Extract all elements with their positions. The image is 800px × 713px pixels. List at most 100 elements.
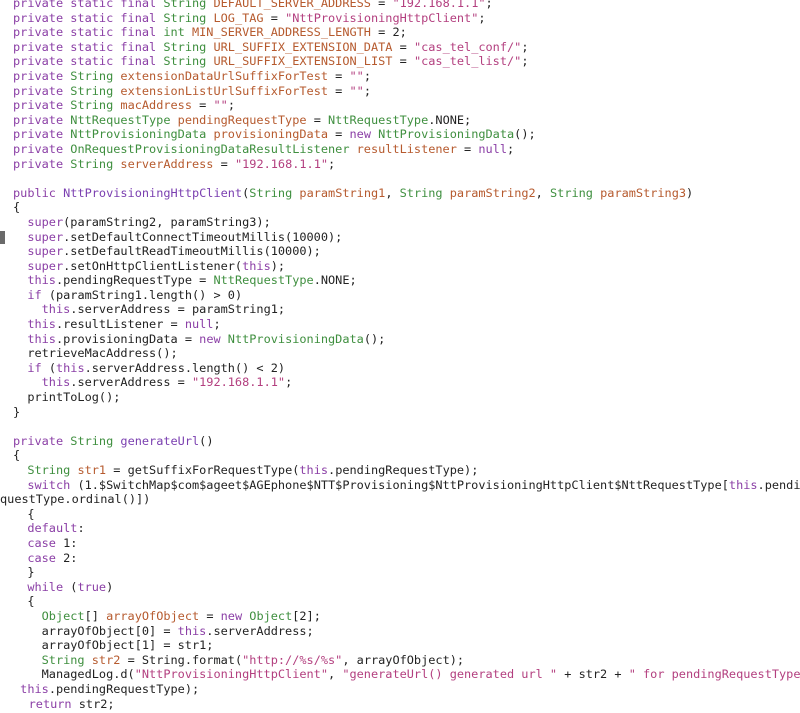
code-token: private (13, 156, 71, 171)
code-token: ; (213, 317, 221, 332)
code-token: this (728, 477, 758, 492)
gutter-marker (0, 230, 5, 244)
code-token: generateUrl (120, 433, 200, 448)
code-token: macAddress (120, 98, 192, 113)
code-token: .serverAddress; (206, 623, 314, 638)
code-token: ; (521, 54, 529, 69)
code-line: Object[] arrayOfObject = new Object[2]; (13, 609, 800, 624)
code-token: .provisioningData = (55, 331, 200, 346)
code-line: ManagedLog.d("NttProvisioningHttpClient"… (13, 667, 800, 682)
code-token: private (13, 112, 71, 127)
code-token: .serverAddress.length() < 2) (84, 360, 286, 375)
code-token: String (70, 433, 121, 448)
code-token: Object (41, 608, 85, 623)
code-line: this.serverAddress = paramString1; (13, 302, 800, 317)
code-token: questType.ordinal()]) (0, 492, 151, 507)
code-token: paramString1 (299, 185, 386, 200)
code-line: public NttProvisioningHttpClient(String … (13, 186, 800, 201)
code-token: true (77, 579, 107, 594)
code-line: while (true) (13, 580, 800, 595)
code-token: = (192, 98, 214, 113)
code-token: arrayOfObject[0] = (13, 623, 178, 638)
code-token: = (328, 68, 350, 83)
code-content[interactable]: private static final String DEFAULT_SERV… (0, 0, 800, 711)
code-token: OnRequestProvisioningDataResultListener (70, 141, 357, 156)
code-token: "cas_tel_conf/" (413, 39, 522, 54)
code-token: Object (249, 608, 293, 623)
code-line: String str2 = String.format("http://%s/%… (13, 653, 800, 668)
code-token: str2 (91, 652, 121, 667)
code-token: (paramString2, paramString3); (63, 214, 271, 229)
code-token: = 2; (370, 25, 407, 40)
code-token: serverAddress (120, 156, 214, 171)
code-token: NttProvisioningData (227, 331, 364, 346)
code-token: ; (521, 39, 529, 54)
code-token: NttRequestType (70, 112, 178, 127)
code-token: this (55, 360, 85, 375)
code-line: { (13, 594, 800, 609)
code-token: case (27, 535, 64, 550)
code-token: this (41, 302, 71, 317)
code-token: ; (363, 68, 371, 83)
code-token: private static final (13, 54, 164, 69)
code-token: ; (485, 0, 493, 10)
code-token: = (328, 127, 350, 142)
code-token: = (199, 608, 221, 623)
code-line: if (this.serverAddress.length() < 2) (13, 361, 800, 376)
code-line: case 2: (13, 551, 800, 566)
code-token: NttRequestType (328, 112, 429, 127)
code-token: private static final (13, 0, 164, 10)
code-token: { (13, 448, 21, 463)
code-token: .pendingRequestType); (48, 681, 200, 696)
code-token: String (399, 185, 450, 200)
code-token: "NttProvisioningHttpClient" (285, 10, 479, 25)
code-token: default (27, 521, 78, 536)
code-line: private static final String LOG_TAG = "N… (13, 11, 800, 26)
code-token: .pendingRe (757, 477, 800, 492)
code-token: .setOnHttpClientListener( (63, 258, 243, 273)
code-token: String (163, 54, 214, 69)
code-token: { (13, 594, 35, 609)
code-token: "" (213, 98, 228, 113)
code-token: arrayOfObject (106, 608, 200, 623)
code-token: : (77, 521, 85, 536)
code-token: String (70, 156, 121, 171)
code-line: private String macAddress = ""; (13, 98, 800, 113)
code-token: = (263, 10, 286, 25)
code-line: this.pendingRequestType = NttRequestType… (13, 273, 800, 288)
code-token: super (27, 258, 64, 273)
code-editor[interactable]: private static final String DEFAULT_SERV… (0, 0, 800, 713)
code-token: null (184, 317, 214, 332)
code-token: case (27, 550, 64, 565)
code-token: , (328, 667, 343, 682)
code-token: .pendingRequestType); (328, 463, 479, 477)
code-token: this (27, 331, 56, 346)
code-line: if (paramString1.length() > 0) (13, 288, 800, 303)
code-token: = (392, 54, 414, 69)
code-line: super(paramString2, paramString3); (13, 215, 800, 230)
code-token: (); (514, 127, 536, 142)
code-token: resultListener (356, 141, 457, 156)
code-token: "192.168.1.1" (191, 375, 286, 390)
code-token: ); (270, 258, 286, 273)
code-line: private static final String DEFAULT_SERV… (13, 0, 800, 11)
code-token: (); (363, 331, 386, 346)
code-token: { (13, 506, 35, 521)
code-token: (1.$SwitchMap$com$ageet$AGEphone$NTT$Pro… (77, 477, 729, 492)
code-token: MIN_SERVER_ADDRESS_LENGTH (191, 25, 371, 40)
code-line: this.resultListener = null; (13, 317, 800, 332)
code-token: () (199, 433, 214, 448)
code-line: private static final String URL_SUFFIX_E… (13, 40, 800, 55)
code-line: private String serverAddress = "192.168.… (13, 157, 800, 172)
